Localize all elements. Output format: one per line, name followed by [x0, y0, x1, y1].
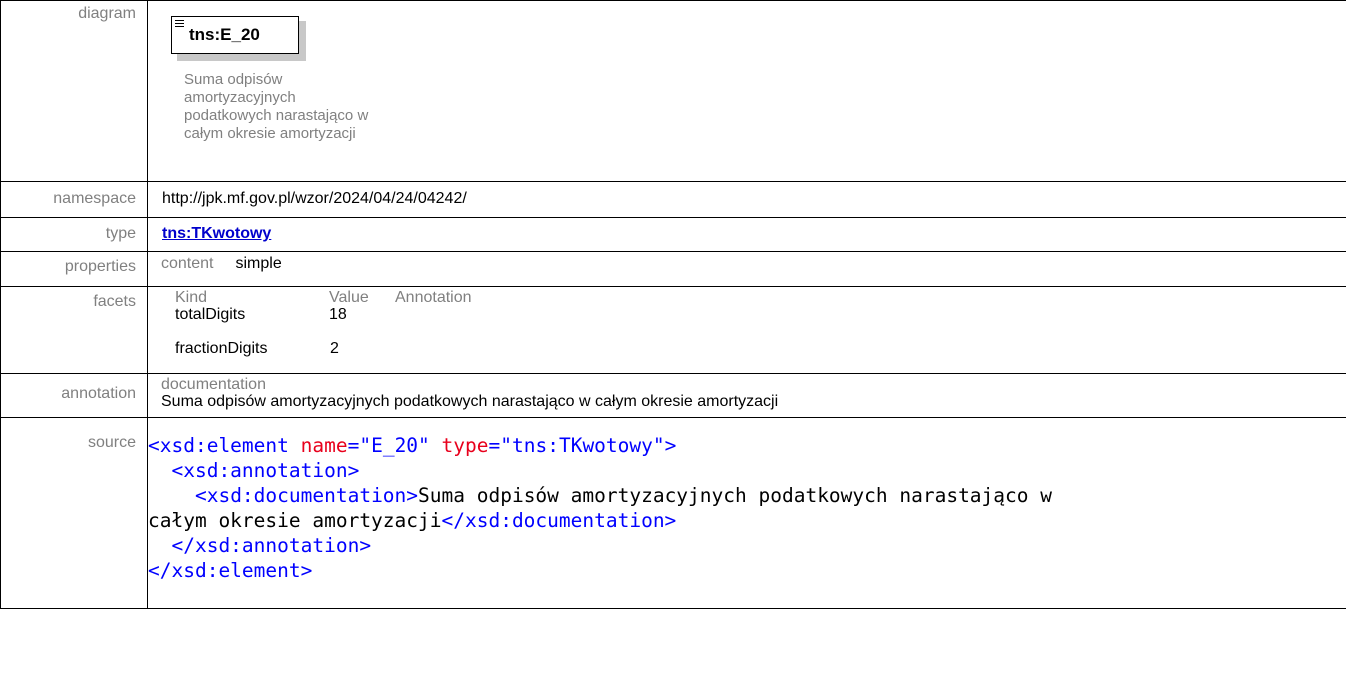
diagram-doc-line: całym okresie amortyzacji	[184, 125, 356, 142]
facet-kind: totalDigits	[175, 306, 246, 323]
diagram-doc-line: amortyzacyjnych	[184, 89, 296, 106]
element-doc-table: diagram tns:E_20 Suma odpisów amortyzacy…	[0, 0, 1346, 609]
diagram-row: diagram tns:E_20 Suma odpisów amortyzacy…	[0, 0, 1346, 182]
diagram-cell: tns:E_20 Suma odpisów amortyzacyjnych po…	[147, 0, 1346, 182]
facets-row: facets Kind Value Annotation totalDigits…	[0, 286, 1346, 374]
facets-cell: Kind Value Annotation totalDigits 18 fra…	[147, 286, 1346, 374]
diagram-label: diagram	[0, 0, 148, 182]
facets-header-annotation: Annotation	[395, 289, 472, 306]
type-cell: tns:TKwotowy	[147, 217, 1346, 252]
source-cell: <xsd:element name="E_20" type="tns:TKwot…	[147, 417, 1346, 609]
facet-value: 18	[329, 306, 347, 323]
type-row: type tns:TKwotowy	[0, 217, 1346, 252]
annotation-text: Suma odpisów amortyzacyjnych podatkowych…	[161, 393, 779, 410]
annotation-cell: documentation Suma odpisów amortyzacyjny…	[147, 373, 1346, 418]
element-box[interactable]: tns:E_20	[171, 16, 299, 54]
xsd-doc-page: diagram tns:E_20 Suma odpisów amortyzacy…	[0, 0, 1346, 681]
namespace-cell: http://jpk.mf.gov.pl/wzor/2024/04/24/042…	[147, 181, 1346, 218]
properties-label: properties	[0, 251, 148, 287]
facet-value: 2	[330, 340, 339, 357]
element-content-icon	[175, 20, 184, 28]
diagram-doc-line: Suma odpisów	[184, 71, 283, 88]
facet-kind: fractionDigits	[175, 340, 268, 357]
property-key: content	[161, 255, 214, 272]
diagram-doc-line: podatkowych narastająco w	[184, 107, 369, 124]
namespace-label: namespace	[0, 181, 148, 218]
source-label: source	[0, 417, 148, 609]
property-value: simple	[235, 255, 282, 272]
diagram-documentation: Suma odpisów amortyzacyjnych podatkowych…	[184, 71, 404, 143]
properties-cell: content simple	[147, 251, 1346, 287]
facets-header-value: Value	[329, 289, 369, 306]
element-name: tns:E_20	[189, 25, 260, 44]
namespace-value: http://jpk.mf.gov.pl/wzor/2024/04/24/042…	[162, 190, 467, 207]
properties-row: properties content simple	[0, 251, 1346, 287]
facets-header-kind: Kind	[175, 289, 208, 306]
annotation-label: annotation	[0, 373, 148, 418]
source-row: source <xsd:element name="E_20" type="tn…	[0, 417, 1346, 609]
type-link[interactable]: tns:TKwotowy	[162, 218, 271, 243]
type-label: type	[0, 217, 148, 252]
facets-label: facets	[0, 286, 148, 374]
annotation-header: documentation	[161, 376, 266, 393]
namespace-row: namespace http://jpk.mf.gov.pl/wzor/2024…	[0, 181, 1346, 218]
annotation-row: annotation documentation Suma odpisów am…	[0, 373, 1346, 418]
source-code: <xsd:element name="E_20" type="tns:TKwot…	[148, 434, 1052, 582]
